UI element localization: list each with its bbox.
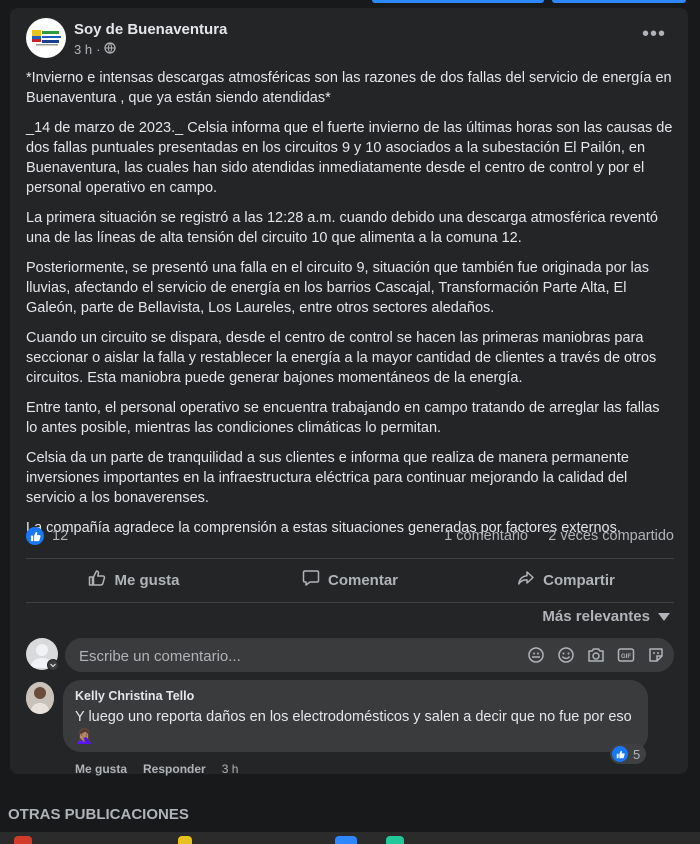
comment-bubble: Kelly Christina Tello Y luego uno report… xyxy=(63,680,648,752)
share-button[interactable]: Compartir xyxy=(458,564,674,596)
comment-like-link[interactable]: Me gusta xyxy=(75,762,127,776)
post-header: Soy de Buenaventura 3 h · ••• xyxy=(26,18,672,62)
post-paragraph: Entre tanto, el personal operativo se en… xyxy=(26,400,660,436)
comment-item: Kelly Christina Tello Y luego uno report… xyxy=(26,680,674,780)
taskbar-strip xyxy=(0,832,700,844)
svg-text:GIF: GIF xyxy=(621,654,631,660)
more-options-button[interactable]: ••• xyxy=(642,24,666,44)
comment-reaction-count: 5 xyxy=(633,746,641,762)
commenter-name[interactable]: Kelly Christina Tello xyxy=(75,689,194,703)
page-name[interactable]: Soy de Buenaventura xyxy=(74,21,227,38)
like-button[interactable]: Me gusta xyxy=(26,564,242,596)
post-stats: 12 1 comentario 2 veces compartido xyxy=(26,526,674,548)
post-paragraph: *Invierno e intensas descargas atmosféri… xyxy=(26,70,672,106)
account-switch-icon[interactable] xyxy=(47,659,59,671)
avatar-sticker-icon[interactable] xyxy=(526,645,546,665)
post-actions: Me gusta Comentar Compartir xyxy=(26,564,674,596)
comment-icon xyxy=(302,569,320,591)
comment-actions: Me gusta Responder 3 h xyxy=(75,762,238,776)
post-paragraph: La primera situación se registró a las 1… xyxy=(26,210,658,246)
divider xyxy=(26,602,674,603)
comment-input[interactable] xyxy=(77,638,521,674)
taskbar-app-icon[interactable] xyxy=(178,836,192,844)
thumbs-up-icon xyxy=(88,569,106,591)
section-title: OTRAS PUBLICACIONES xyxy=(8,806,189,823)
like-reaction-icon[interactable] xyxy=(26,527,44,545)
top-button-left-edge[interactable] xyxy=(372,0,544,3)
like-button-label: Me gusta xyxy=(114,571,180,589)
post-meta: 3 h · xyxy=(74,42,117,57)
post-paragraph: _14 de marzo de 2023._ Celsia informa qu… xyxy=(26,120,673,196)
comments-count-link[interactable]: 1 comentario xyxy=(444,528,528,544)
page-avatar[interactable] xyxy=(26,18,66,58)
comment-button[interactable]: Comentar xyxy=(242,564,458,596)
gif-icon[interactable]: GIF xyxy=(616,645,636,665)
chevron-down-icon xyxy=(658,608,670,625)
post-card: Soy de Buenaventura 3 h · ••• *Invierno … xyxy=(10,8,688,776)
comment-button-label: Comentar xyxy=(327,571,398,589)
taskbar-app-icon[interactable] xyxy=(386,836,404,844)
facepalm-emoji: 🤦🏽‍♀️ xyxy=(75,729,94,745)
post-paragraph: Posteriormente, se presentó una falla en… xyxy=(26,260,650,316)
share-button-label: Compartir xyxy=(543,571,615,589)
like-reaction-icon xyxy=(612,746,628,762)
taskbar-app-icon[interactable] xyxy=(335,836,357,844)
comment-body: Y luego uno reporta daños en los electro… xyxy=(75,709,632,725)
share-arrow-icon xyxy=(517,569,535,591)
commenter-avatar[interactable] xyxy=(26,682,54,714)
taskbar-app-icon[interactable] xyxy=(14,836,32,844)
globe-icon xyxy=(104,42,117,57)
post-time[interactable]: 3 h xyxy=(74,42,92,57)
sticker-icon[interactable] xyxy=(646,645,666,665)
emoji-icon[interactable] xyxy=(556,645,576,665)
comment-input-container: GIF xyxy=(65,638,674,674)
divider xyxy=(26,558,674,559)
comment-sort-dropdown[interactable]: Más relevantes xyxy=(542,608,670,625)
comment-time[interactable]: 3 h xyxy=(222,762,239,776)
top-button-right-edge[interactable] xyxy=(552,0,686,3)
comment-reactions[interactable]: 5 xyxy=(610,744,647,764)
comment-reply-link[interactable]: Responder xyxy=(143,762,206,776)
comment-text: Y luego uno reporta daños en los electro… xyxy=(75,707,635,747)
camera-icon[interactable] xyxy=(586,645,606,665)
like-count[interactable]: 12 xyxy=(52,528,68,544)
comment-composer: GIF xyxy=(26,638,674,674)
post-paragraph: Celsia da un parte de tranquilidad a sus… xyxy=(26,450,629,506)
post-paragraph: Cuando un circuito se dispara, desde el … xyxy=(26,330,657,386)
post-body: *Invierno e intensas descargas atmosféri… xyxy=(26,68,674,548)
composer-toolbar: GIF xyxy=(526,645,666,665)
shares-count-link[interactable]: 2 veces compartido xyxy=(548,528,674,544)
sort-label: Más relevantes xyxy=(542,608,650,625)
